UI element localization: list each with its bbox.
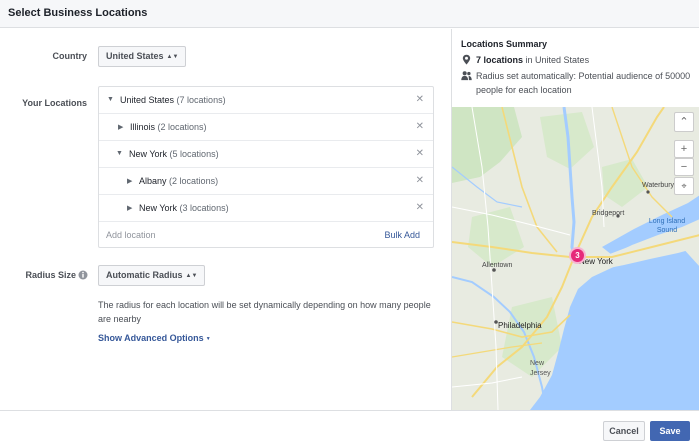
summary-locations-suffix: in United States [525, 55, 590, 65]
summary-radius-text: Radius set automatically: Potential audi… [476, 71, 691, 95]
caret-down-icon: ▼ [205, 336, 211, 342]
country-label: Country [52, 51, 88, 61]
map-label-long-island-sound: Long Island Sound [648, 218, 686, 234]
location-row[interactable]: ▶ Albany (2 locations) ✕ [99, 168, 433, 195]
close-icon[interactable]: ✕ [416, 175, 424, 186]
location-count: (3 locations) [179, 203, 229, 213]
summary-locations-count: 7 locations [476, 55, 524, 65]
location-name: New York [139, 203, 178, 213]
locations-summary-panel: Locations Summary 7 locations in United … [451, 29, 699, 410]
locate-button[interactable]: ⌖ [674, 177, 694, 195]
summary-locations: 7 locations in United States [461, 53, 696, 67]
bulk-add-link[interactable]: Bulk Add [384, 230, 420, 240]
map-label-allentown: Allentown [482, 262, 513, 269]
country-value: United States [106, 51, 164, 61]
location-name: United States [120, 95, 175, 105]
summary-radius: Radius set automatically: Potential audi… [461, 69, 696, 97]
map-collapse-button[interactable]: ⌃ [674, 112, 694, 132]
add-location-input[interactable]: Add location [106, 230, 156, 240]
radius-size-label: Radius Size [25, 270, 76, 280]
location-row[interactable]: ▶ New York (3 locations) ✕ [99, 195, 433, 222]
minus-icon: − [680, 161, 688, 173]
location-count: (7 locations) [176, 95, 226, 105]
summary-title: Locations Summary [461, 39, 548, 49]
location-form: Country United States ▲▼ Your Locations ▼… [0, 29, 451, 410]
show-advanced-options-link[interactable]: Show Advanced Options ▼ [98, 333, 211, 343]
chevron-down-icon[interactable]: ▼ [107, 96, 114, 103]
location-row[interactable]: ▶ Illinois (2 locations) ✕ [99, 114, 433, 141]
map-label-philadelphia: Philadelphia [498, 321, 542, 330]
close-icon[interactable]: ✕ [416, 148, 424, 159]
location-name: Illinois [130, 122, 156, 132]
location-list: ▼ United States (7 locations) ✕ ▶ Illino… [98, 86, 434, 248]
radius-help-text: The radius for each location will be set… [98, 300, 431, 324]
updown-icon: ▲▼ [185, 273, 198, 279]
zoom-in-button[interactable]: + [674, 140, 694, 158]
crosshair-icon: ⌖ [681, 181, 687, 191]
location-map[interactable]: Allentown New York Philadelphia Bridgepo… [452, 107, 699, 410]
your-locations-label: Your Locations [22, 98, 87, 108]
location-cluster-marker[interactable]: 3 [569, 247, 586, 264]
country-select[interactable]: United States ▲▼ [98, 46, 187, 67]
location-count: (2 locations) [169, 176, 219, 186]
save-button[interactable]: Save [650, 421, 690, 441]
location-name: Albany [139, 176, 167, 186]
zoom-out-button[interactable]: − [674, 158, 694, 176]
radius-select[interactable]: Automatic Radius ▲▼ [98, 265, 206, 286]
chevron-up-icon: ⌃ [679, 116, 689, 128]
map-label-waterbury: Waterbury [642, 182, 675, 189]
radius-value: Automatic Radius [106, 270, 183, 280]
chevron-right-icon[interactable]: ▶ [127, 204, 132, 212]
dialog-header: Select Business Locations [0, 0, 699, 28]
chevron-down-icon[interactable]: ▼ [116, 150, 123, 157]
location-row[interactable]: ▼ New York (5 locations) ✕ [99, 141, 433, 168]
map-label-bridgeport: Bridgeport [592, 210, 625, 217]
location-name: New York [129, 149, 168, 159]
dialog-title: Select Business Locations [8, 7, 148, 19]
location-row[interactable]: ▼ United States (7 locations) ✕ [99, 87, 433, 114]
plus-icon: + [680, 143, 688, 155]
people-icon [461, 71, 472, 81]
location-count: (5 locations) [169, 149, 219, 159]
chevron-right-icon[interactable]: ▶ [118, 123, 123, 131]
location-count: (2 locations) [157, 122, 207, 132]
cluster-count: 3 [575, 251, 580, 260]
map-pin-icon [462, 54, 471, 65]
updown-icon: ▲▼ [166, 54, 179, 60]
cancel-button[interactable]: Cancel [603, 421, 645, 441]
close-icon[interactable]: ✕ [416, 94, 424, 105]
dialog-footer: Cancel Save [0, 410, 699, 446]
chevron-right-icon[interactable]: ▶ [127, 177, 132, 185]
close-icon[interactable]: ✕ [416, 121, 424, 132]
info-icon[interactable] [78, 270, 88, 280]
advanced-options-label: Show Advanced Options [98, 333, 204, 343]
close-icon[interactable]: ✕ [416, 202, 424, 213]
map-label-new-jersey: New Jersey [530, 360, 551, 377]
add-location-row: Add location Bulk Add [99, 222, 433, 248]
